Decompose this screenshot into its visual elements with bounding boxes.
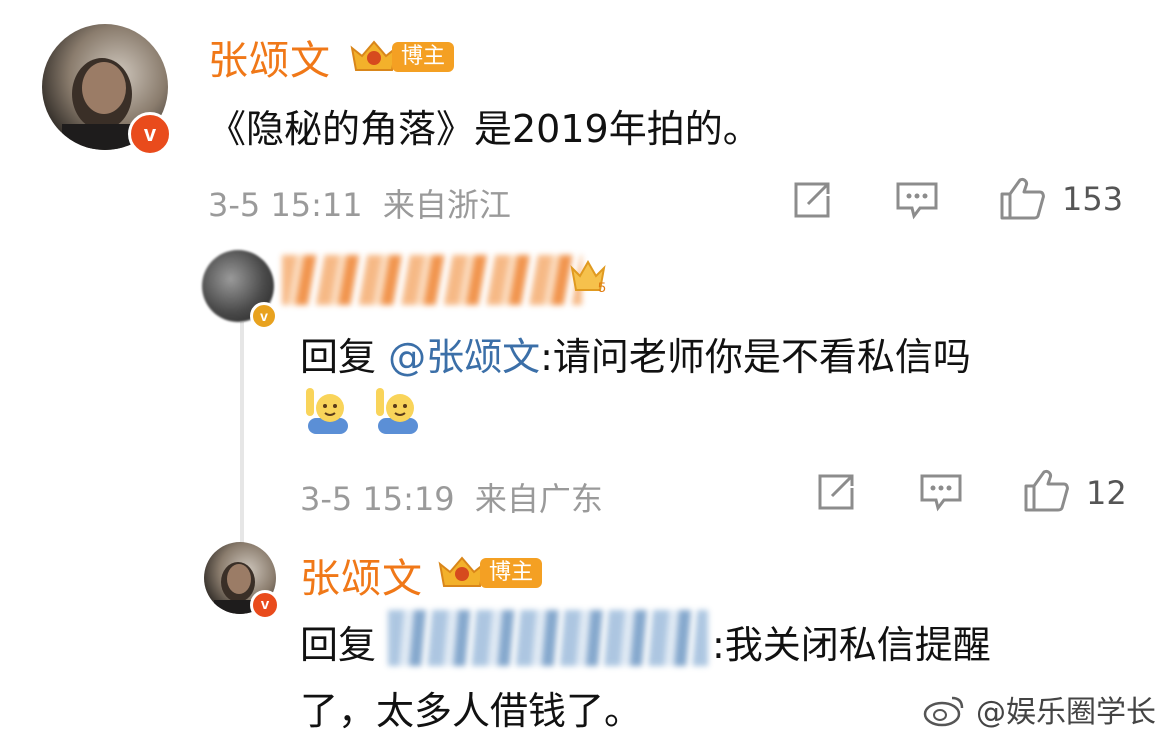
reply1-content: :请问老师你是不看私信吗 [540, 335, 971, 379]
badge-label: 博主 [480, 558, 542, 588]
crown-icon: 5 [570, 259, 606, 295]
reply2-text-line2: 了，太多人借钱了。 [300, 689, 643, 733]
reply1-like-count: 12 [1086, 474, 1127, 512]
like-icon[interactable] [1022, 468, 1070, 512]
post-timestamp: 3-5 15:11 [208, 186, 363, 224]
reply1-timestamp: 3-5 15:19 [300, 480, 455, 518]
reply1-source: 来自广东 [474, 480, 603, 518]
reply2-author-name[interactable]: 张颂文 [300, 546, 423, 604]
watermark: @娱乐圈学长 [922, 687, 1156, 731]
reply1-mention[interactable]: @张颂文 [388, 335, 540, 379]
verified-icon: v [128, 112, 172, 156]
author-name[interactable]: 张颂文 [208, 28, 331, 86]
reply2-text-line1: :我关闭私信提醒 [712, 623, 991, 667]
raise-hand-emoji-icon [306, 388, 348, 434]
share-icon[interactable] [814, 472, 858, 512]
like-count: 153 [1062, 180, 1124, 218]
reply2-prefix: 回复 [300, 623, 377, 667]
blogger-badge: 博主 [348, 38, 456, 74]
post-meta: 3-5 15:11 来自浙江 [208, 180, 511, 226]
blogger-badge: 博主 [436, 554, 544, 590]
reply1-author-name-redacted [282, 255, 582, 305]
reply1-text: 回复 @张颂文:请问老师你是不看私信吗 [300, 326, 971, 381]
verified-icon: v [250, 302, 278, 330]
comment-icon[interactable] [894, 180, 940, 220]
share-icon[interactable] [790, 180, 834, 220]
badge-label: 博主 [392, 42, 454, 72]
reply1-meta: 3-5 15:19 来自广东 [300, 474, 603, 520]
comment-icon[interactable] [918, 472, 964, 512]
weibo-logo-icon [924, 696, 964, 727]
reply1-prefix: 回复 [300, 335, 389, 379]
like-icon[interactable] [998, 176, 1046, 220]
watermark-text: @娱乐圈学长 [976, 695, 1156, 730]
verified-icon: v [250, 590, 280, 620]
reply2-mention-redacted [388, 610, 708, 666]
thread-line [240, 322, 244, 556]
raise-hand-emoji-icon [376, 388, 418, 434]
post-source: 来自浙江 [382, 186, 511, 224]
svg-text:5: 5 [598, 279, 606, 295]
post-text: 《隐秘的角落》是2019年拍的。 [208, 107, 761, 151]
